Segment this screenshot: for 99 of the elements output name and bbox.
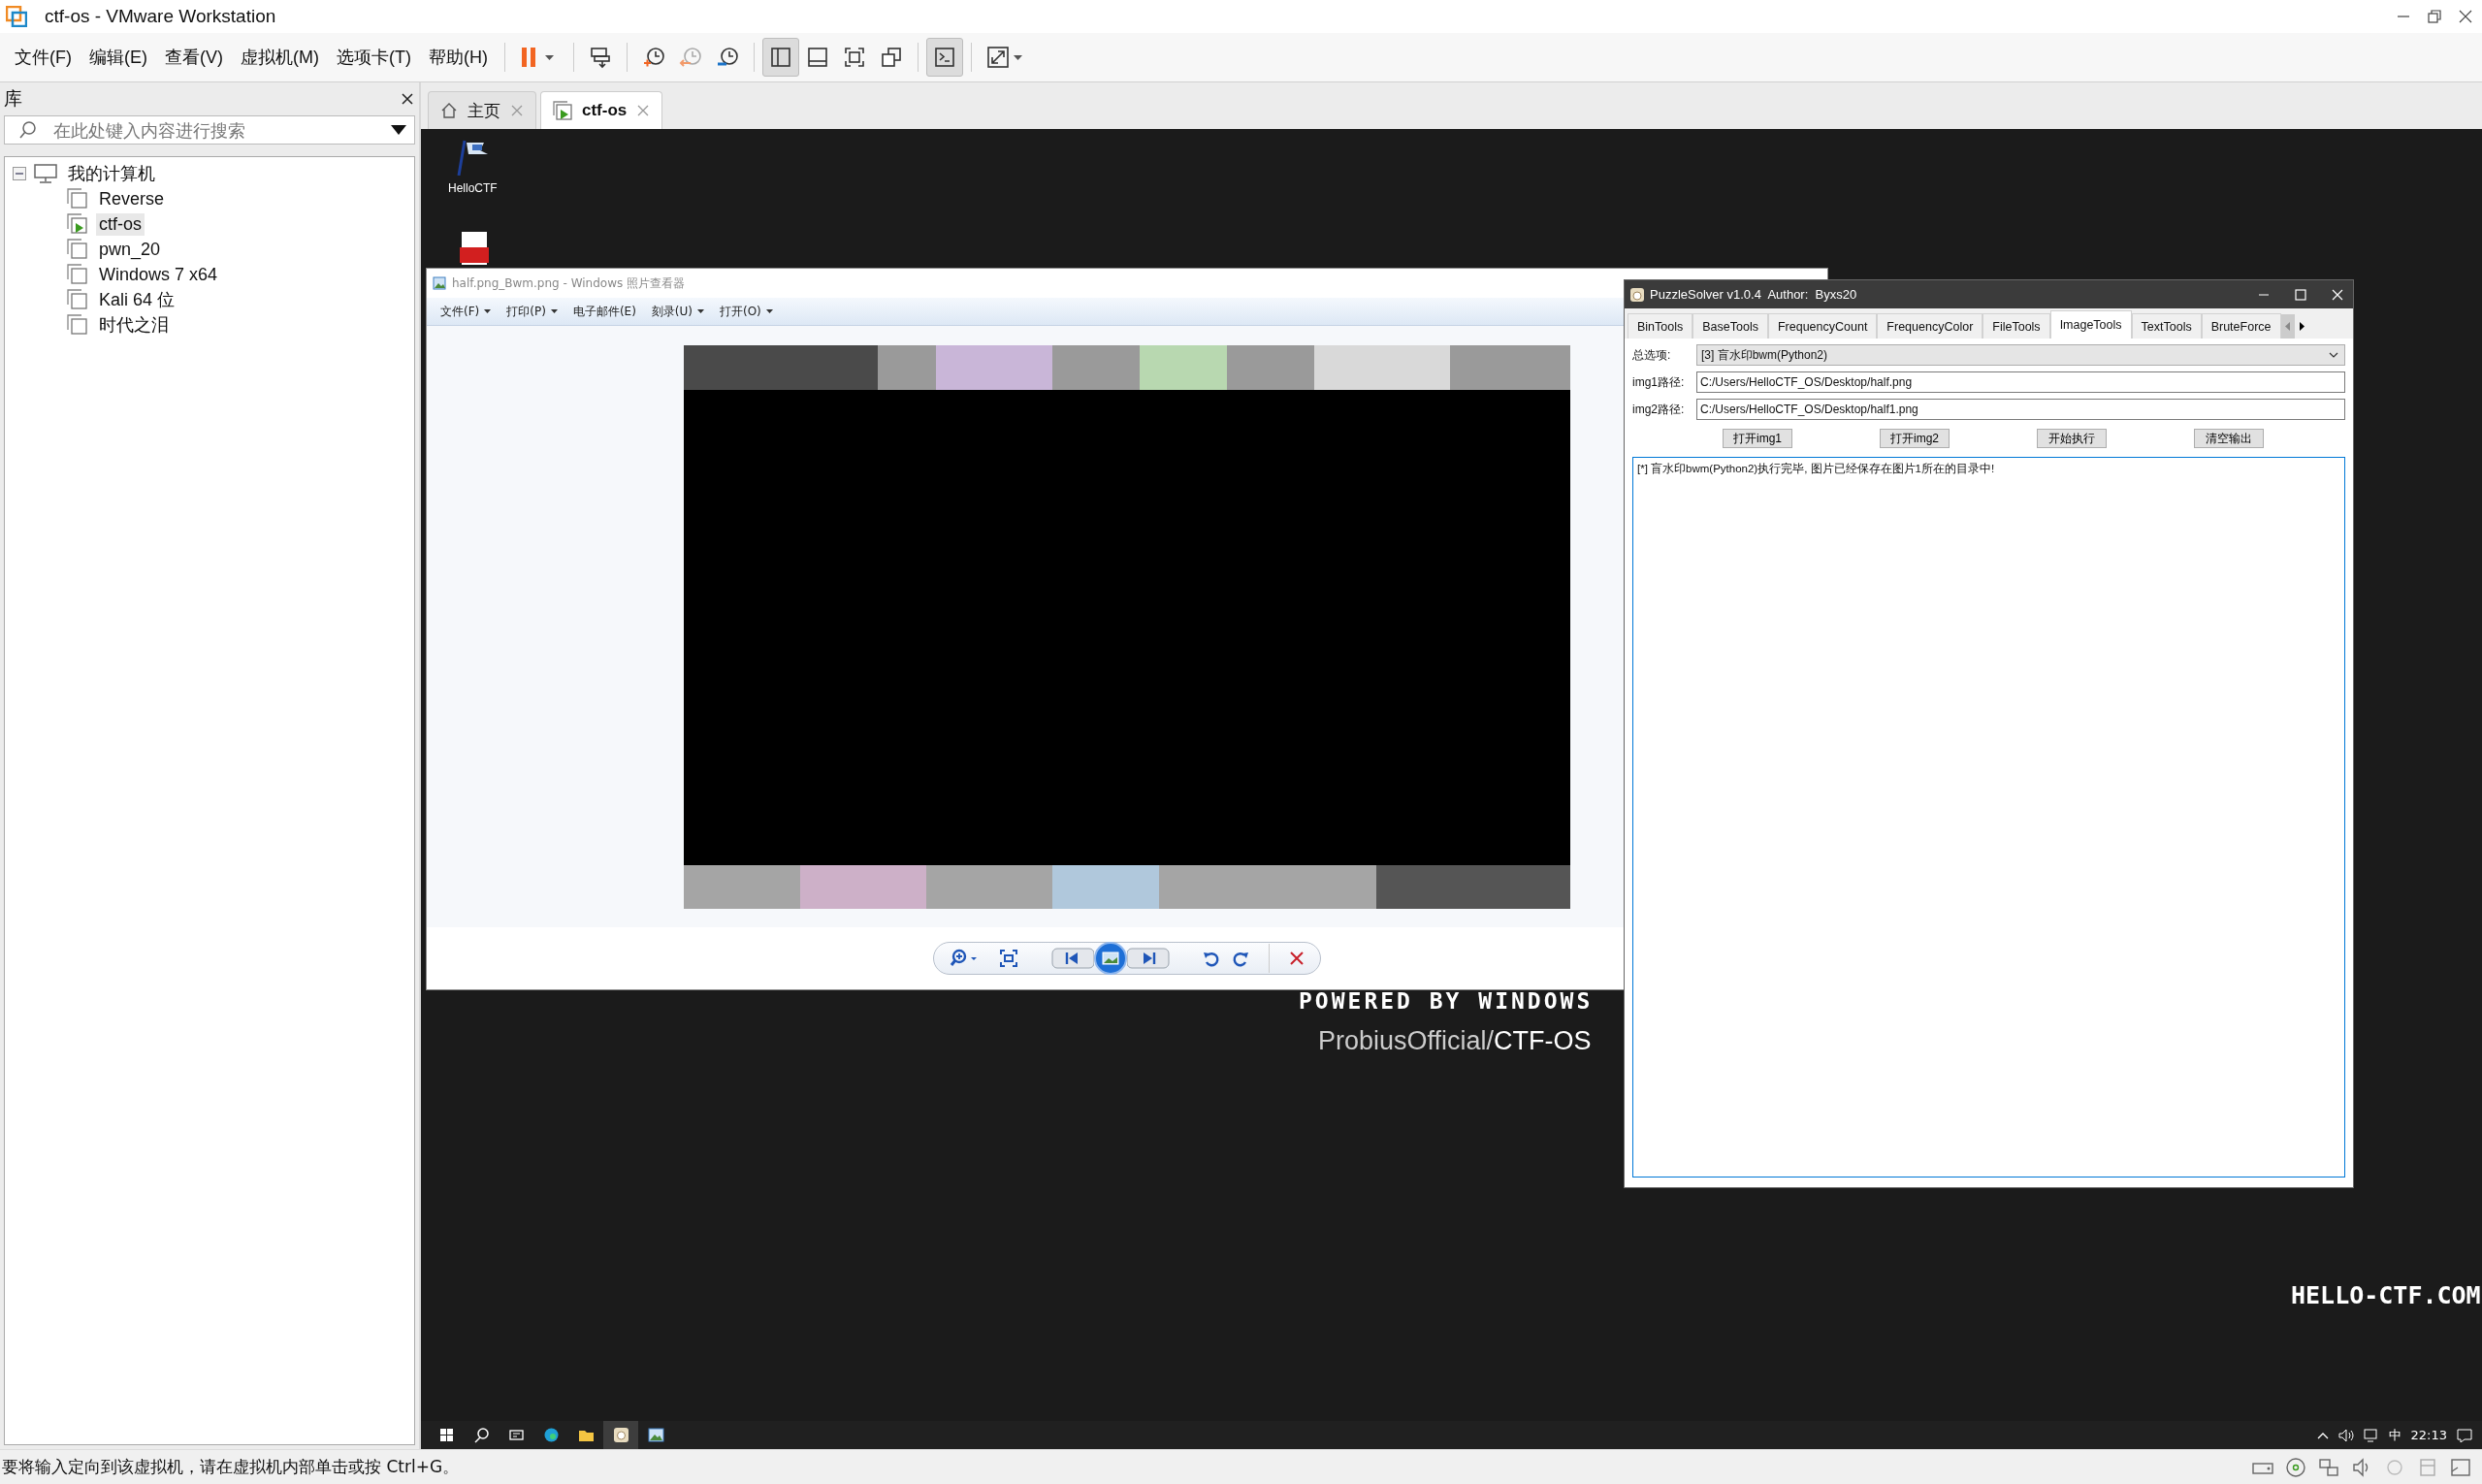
input-method-indicator[interactable]: 中 bbox=[2388, 1426, 2401, 1444]
console-button[interactable] bbox=[925, 38, 963, 77]
clock[interactable]: 22:13 bbox=[2410, 1428, 2447, 1442]
search-icon bbox=[18, 120, 38, 140]
console-icon bbox=[932, 46, 956, 69]
tree-item[interactable]: Windows 7 x64 bbox=[96, 263, 221, 286]
library-title: 库 bbox=[4, 86, 22, 111]
menu-item[interactable]: 刻录(U) bbox=[643, 301, 712, 322]
window-title: ctf-os - VMware Workstation bbox=[45, 6, 276, 27]
search-input[interactable]: 在此处键入内容进行搜索 bbox=[51, 118, 377, 142]
unity-icon bbox=[879, 46, 903, 69]
keyboard-send-icon bbox=[588, 46, 612, 69]
full-screen-icon bbox=[842, 46, 866, 69]
collapse-icon[interactable] bbox=[13, 167, 26, 180]
caret-icon bbox=[550, 309, 558, 313]
stretch-icon bbox=[985, 46, 1025, 69]
sheep-taskbar-button[interactable] bbox=[603, 1421, 638, 1449]
menu-item[interactable]: 打印(P) bbox=[499, 301, 565, 322]
fit-to-window-icon[interactable] bbox=[1000, 950, 1017, 967]
rotate-left-icon[interactable] bbox=[1203, 950, 1220, 967]
maximize-icon[interactable] bbox=[2295, 288, 2306, 301]
dropdown-icon[interactable] bbox=[391, 125, 406, 135]
delete-icon[interactable] bbox=[1289, 951, 1305, 966]
task-view-icon bbox=[507, 1427, 525, 1443]
menu-item[interactable]: 虚拟机(M) bbox=[232, 42, 328, 73]
chevron-up-icon[interactable] bbox=[2316, 1431, 2329, 1439]
tree-item[interactable]: pwn_20 bbox=[96, 238, 164, 261]
tab[interactable]: FrequencyCount bbox=[1767, 313, 1878, 339]
next-button[interactable] bbox=[1126, 947, 1170, 970]
wallpaper-text: HELLO-CTF.COM bbox=[2291, 1281, 2481, 1309]
search-field[interactable]: 在此处键入内容进行搜索 bbox=[4, 115, 415, 145]
action-button[interactable]: 开始执行 bbox=[2037, 429, 2107, 448]
vmware-logo-icon bbox=[6, 6, 27, 27]
tab[interactable]: FrequencyColor bbox=[1877, 313, 1983, 339]
slideshow-button[interactable] bbox=[1093, 942, 1127, 975]
window-title: half.png_Bwm.png - Windows 照片查看器 bbox=[452, 274, 686, 292]
speaker-icon[interactable] bbox=[2337, 1428, 2354, 1442]
field-label: 总选项: bbox=[1632, 346, 1672, 364]
action-button[interactable]: 打开img1 bbox=[1723, 429, 1792, 448]
wallpaper-text: ProbiusOfficial/ bbox=[1318, 1026, 1495, 1056]
thumbnail-bar-icon bbox=[805, 46, 829, 69]
previous-button[interactable] bbox=[1050, 947, 1094, 970]
menu-item[interactable]: 选项卡(T) bbox=[327, 42, 420, 73]
search-icon bbox=[472, 1427, 490, 1443]
tree-item[interactable]: Reverse bbox=[96, 187, 168, 210]
field-label: img2路径: bbox=[1632, 401, 1686, 418]
library-view-button[interactable] bbox=[761, 38, 799, 77]
output-text: [*] 盲水印bwm(Python2)执行完毕, 图片已经保存在图片1所在的目录中! bbox=[1637, 463, 1995, 474]
home-icon bbox=[440, 102, 458, 119]
menu-item[interactable]: 编辑(E) bbox=[81, 42, 156, 73]
snapshot-revert-icon bbox=[678, 46, 702, 69]
close-icon[interactable] bbox=[2457, 8, 2474, 25]
tab[interactable]: 主页 bbox=[428, 91, 536, 129]
menu-item[interactable]: 查看(V) bbox=[156, 42, 232, 73]
zoom-icon[interactable] bbox=[950, 949, 979, 968]
rotate-right-icon[interactable] bbox=[1232, 950, 1249, 967]
caret-icon bbox=[697, 309, 704, 313]
chevron-down-icon bbox=[2329, 352, 2338, 358]
tree-item[interactable]: Kali 64 位 bbox=[96, 287, 178, 312]
snapshot-manager-icon bbox=[715, 46, 739, 69]
caret-icon bbox=[484, 309, 492, 313]
menu-item[interactable]: 文件(F) bbox=[6, 42, 81, 73]
tab[interactable]: ImageTools bbox=[2049, 310, 2132, 339]
menu-item[interactable]: 打开(O) bbox=[712, 301, 781, 322]
close-icon[interactable] bbox=[400, 91, 415, 107]
library-view-icon bbox=[768, 46, 792, 69]
wallpaper-text: CTF-OS bbox=[1494, 1026, 1592, 1056]
path-field[interactable]: C:/Users/HelloCTF_OS/Desktop/half1.png bbox=[1696, 399, 2345, 420]
restore-icon[interactable] bbox=[2426, 8, 2443, 25]
photo-viewer-icon bbox=[433, 276, 446, 290]
status-message: 要将输入定向到该虚拟机，请在虚拟机内部单击或按 Ctrl+G。 bbox=[2, 1456, 460, 1478]
menu-item[interactable]: 帮助(H) bbox=[419, 42, 497, 73]
action-button[interactable]: 清空输出 bbox=[2194, 429, 2264, 448]
computer-icon bbox=[34, 164, 57, 183]
tab[interactable]: ctf-os bbox=[540, 91, 663, 129]
tab[interactable]: BaseTools bbox=[1692, 313, 1768, 339]
window-title: PuzzleSolver v1.0.4 Author: Byxs20 bbox=[1650, 287, 1857, 302]
tab[interactable]: FileTools bbox=[1982, 313, 2050, 339]
photo-viewer-icon bbox=[647, 1427, 664, 1443]
menu-item[interactable]: 文件(F) bbox=[433, 301, 500, 322]
action-button[interactable]: 打开img2 bbox=[1880, 429, 1950, 448]
tree-item[interactable]: 时代之泪 bbox=[96, 312, 172, 338]
tab[interactable]: BinTools bbox=[1628, 313, 1693, 339]
desktop-icon-label[interactable]: HelloCTF bbox=[448, 181, 498, 195]
running-vm-icon bbox=[553, 101, 572, 120]
option-dropdown[interactable]: [3] 盲水印bwm(Python2) bbox=[1696, 344, 2345, 366]
wallpaper-text: POWERED BY WINDOWS bbox=[1299, 988, 1594, 1014]
windows-start-icon bbox=[437, 1427, 455, 1443]
path-field[interactable]: C:/Users/HelloCTF_OS/Desktop/half.png bbox=[1696, 371, 2345, 393]
caret-icon bbox=[765, 309, 773, 313]
tab[interactable]: TextTools bbox=[2131, 313, 2202, 339]
disc-icon[interactable] bbox=[2284, 1455, 2307, 1479]
tree-item[interactable]: ctf-os bbox=[96, 212, 145, 236]
menu-item[interactable]: 电子邮件(E) bbox=[564, 301, 644, 322]
tab[interactable]: BruteForce bbox=[2201, 313, 2281, 339]
tree-item[interactable]: 我的计算机 bbox=[65, 161, 158, 186]
snapshot-icon bbox=[641, 46, 665, 69]
field-label: img1路径: bbox=[1632, 373, 1686, 391]
notification-icon[interactable] bbox=[2457, 1428, 2472, 1442]
